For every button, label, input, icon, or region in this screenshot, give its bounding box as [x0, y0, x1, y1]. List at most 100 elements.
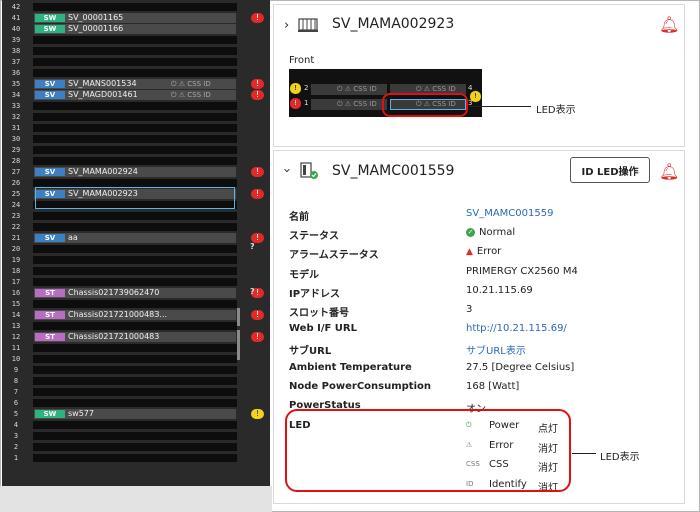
alarm-bell-icon[interactable]: 🔔︎ — [659, 162, 679, 181]
empty-rack-slot — [33, 344, 237, 352]
rack-device[interactable]: SV SV_MAMA002924 — [34, 167, 236, 177]
rack-device[interactable]: ST Chassis021721000483 — [34, 332, 236, 342]
rack-device[interactable]: SV aa — [34, 233, 236, 243]
empty-rack-slot — [33, 58, 237, 66]
rack-unit-row: 10 — [2, 354, 270, 364]
led-callout-top: LED表示 — [536, 105, 576, 116]
unknown-status-icon[interactable]: ? — [250, 242, 255, 251]
error-bell-icon[interactable]: ! — [251, 79, 264, 89]
error-bell-icon: ▲ — [466, 247, 473, 258]
expand-chevron-icon[interactable]: › — [284, 18, 289, 33]
empty-rack-slot — [33, 366, 237, 374]
property-link[interactable]: SV_MAMC001559 — [466, 208, 553, 219]
rack-unit-row: 20 — [2, 244, 270, 254]
rack-unit-row: 11 — [2, 343, 270, 353]
rack-unit-number: 38 — [11, 47, 21, 55]
rack-unit-row: 36 — [2, 68, 270, 78]
error-bell-icon[interactable]: ! — [251, 90, 264, 100]
rack-device[interactable]: ST Chassis021739062470 — [34, 288, 236, 298]
empty-rack-slot — [33, 135, 237, 143]
property-link[interactable]: サブURL表示 — [466, 342, 526, 357]
led-highlight-box-top — [382, 93, 468, 117]
error-bell-icon[interactable]: ! — [251, 310, 264, 320]
rack-device[interactable]: SV SV_MANS001534 ⏻ ⚠ CSS ID — [34, 79, 236, 89]
empty-rack-slot — [33, 399, 237, 407]
rack-unit-number: 41 — [11, 14, 21, 22]
error-alarm-icon[interactable]: ! — [290, 98, 301, 109]
property-value-text: 168 [Watt] — [466, 380, 520, 392]
rack-unit-number: 19 — [11, 256, 21, 264]
warning-bell-icon[interactable]: ! — [251, 409, 264, 419]
rack-unit-number: 9 — [13, 366, 19, 374]
rack-unit-row: 34 SV SV_MAGD001461 ⏻ ⚠ CSS ID! — [2, 90, 270, 100]
panel-title: SV_MAMA002923 — [332, 16, 455, 32]
empty-rack-slot — [33, 322, 237, 330]
property-label: サブURL — [289, 346, 332, 358]
rack-unit-number: 36 — [11, 69, 21, 77]
rack-unit-row: 3 — [2, 431, 270, 441]
normal-check-icon: ✓ — [466, 227, 475, 237]
device-name: SV_MAMA002924 — [68, 167, 138, 176]
callout-line-bottom — [572, 453, 596, 454]
rack-unit-row: 2 — [2, 442, 270, 452]
property-label: Node PowerConsumption — [289, 380, 431, 392]
rack-unit-row: 23 — [2, 211, 270, 221]
empty-rack-slot — [33, 245, 237, 253]
error-bell-icon[interactable]: ! — [251, 332, 264, 342]
rack-unit-number: 37 — [11, 58, 21, 66]
rack-unit-row: 27 SV SV_MAMA002924! — [2, 167, 270, 177]
rack-unit-number: 30 — [11, 135, 21, 143]
rack-unit-row: 28 — [2, 156, 270, 166]
device-scrollbar[interactable] — [237, 330, 240, 360]
empty-rack-slot — [33, 355, 237, 363]
property-value-text: Normal — [479, 227, 516, 239]
error-bell-icon[interactable]: ! — [251, 167, 264, 177]
device-scrollbar[interactable] — [237, 308, 240, 326]
unknown-status-icon[interactable]: ? — [250, 287, 255, 296]
empty-rack-slot — [33, 124, 237, 132]
rack-unit-row: 19 — [2, 255, 270, 265]
empty-rack-slot — [33, 223, 237, 231]
empty-rack-slot — [33, 157, 237, 165]
rack-unit-number: 4 — [13, 421, 19, 429]
property-value: ▲ Error — [466, 246, 501, 257]
slot-1-led-icons: ⏻ ⚠ CSS ID — [337, 100, 377, 108]
rack-device[interactable]: SW SV_00001166 — [34, 24, 236, 34]
property-value: 10.21.115.69 — [466, 285, 533, 296]
alarm-bell-icon[interactable]: 🔔︎ — [659, 15, 679, 34]
property-value: PRIMERGY CX2560 M4 — [466, 266, 578, 277]
device-type-badge: SW — [35, 410, 65, 418]
rack-device[interactable]: SW SV_00001165 — [34, 13, 236, 23]
rack-device[interactable]: SW sw577 — [34, 409, 236, 419]
warning-alarm-icon-right[interactable]: ! — [470, 91, 481, 102]
device-type-badge: SV — [35, 168, 65, 176]
front-label: Front — [289, 55, 315, 66]
collapse-chevron-icon[interactable]: › — [279, 168, 294, 173]
rack-unit-row: 37 — [2, 57, 270, 67]
slot-2-number: 2 — [304, 84, 309, 92]
error-bell-icon[interactable]: ! — [251, 13, 264, 23]
rack-unit-row: 14 ST Chassis02172100048З...! — [2, 310, 270, 320]
property-value-text: 3 — [466, 304, 473, 315]
rack-unit-row: 12 ST Chassis021721000483! — [2, 332, 270, 342]
warning-alarm-icon[interactable]: ! — [290, 83, 301, 94]
property-value-text: SV_MAMC001559 — [466, 208, 554, 219]
rack-unit-row: 32 — [2, 112, 270, 122]
property-label: ステータス — [289, 231, 339, 243]
property-value: 3 — [466, 304, 472, 315]
rack-unit-number: 14 — [11, 311, 21, 319]
property-link[interactable]: http://10.21.115.69/ — [466, 323, 567, 334]
rack-device[interactable]: SV SV_MAGD001461 ⏻ ⚠ CSS ID — [34, 90, 236, 100]
empty-rack-slot — [33, 256, 237, 264]
rack-device[interactable]: ST Chassis02172100048З... — [34, 310, 236, 320]
error-bell-icon[interactable]: ! — [251, 189, 264, 199]
device-type-badge: SV — [35, 91, 65, 99]
id-led-operation-button[interactable]: ID LED操作 — [570, 157, 650, 183]
rack-unit-number: 10 — [11, 355, 21, 363]
rack-unit-row: 22 — [2, 222, 270, 232]
rack-unit-row: 39 — [2, 35, 270, 45]
property-value-text: 27.5 [Degree Celsius] — [466, 361, 575, 373]
panel-title: SV_MAMC001559 — [332, 163, 455, 179]
empty-rack-slot — [33, 443, 237, 451]
property-value-text: 10.21.115.69 — [466, 284, 533, 296]
